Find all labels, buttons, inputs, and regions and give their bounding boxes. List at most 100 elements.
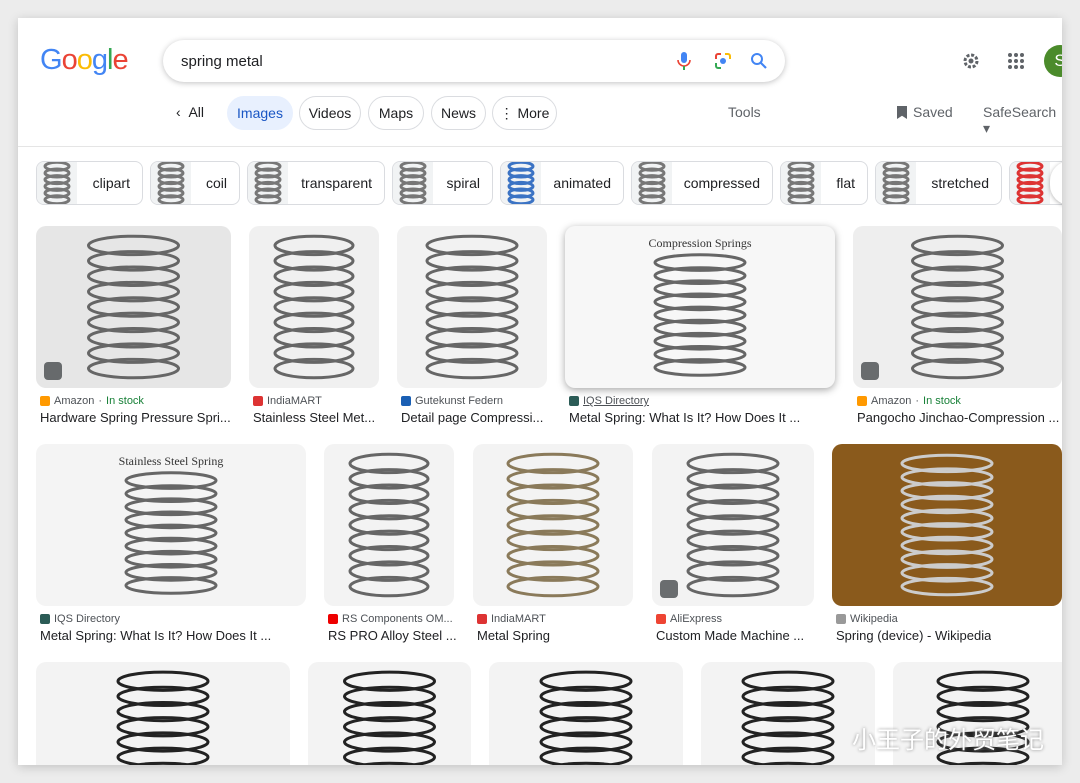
safesearch-button[interactable]: SafeSearch ▾: [983, 104, 1062, 137]
result-title[interactable]: Spring (device) - Wikipedia: [836, 628, 991, 643]
result-image[interactable]: [397, 226, 547, 388]
source-name: IQS Directory: [583, 395, 650, 407]
chip-flat[interactable]: flat: [780, 161, 868, 205]
result-source[interactable]: RS Components OM...: [328, 613, 453, 625]
result-image[interactable]: [832, 444, 1062, 606]
chip-thumbnail: [781, 162, 821, 204]
result-source[interactable]: IQS Directory: [40, 613, 120, 625]
result-source[interactable]: Amazon · In stock: [40, 395, 144, 407]
result-title[interactable]: Stainless Steel Met...: [253, 410, 375, 425]
google-logo[interactable]: Google: [40, 44, 129, 77]
result-image[interactable]: [853, 226, 1062, 388]
tab-more-label: More: [517, 105, 550, 121]
result-image[interactable]: [36, 226, 231, 388]
result-image[interactable]: [308, 662, 471, 765]
result-source[interactable]: IndiaMART: [253, 395, 322, 407]
site-favicon: [857, 396, 867, 406]
result-title[interactable]: Metal Spring: What Is It? How Does It ..…: [40, 628, 271, 643]
chip-thumbnail: [876, 162, 916, 204]
microphone-icon[interactable]: [673, 50, 695, 72]
result-image[interactable]: [701, 662, 875, 765]
apps-grid-icon[interactable]: [1005, 50, 1027, 72]
tab-videos[interactable]: Videos: [299, 96, 361, 130]
settings-gear-icon[interactable]: [960, 50, 982, 72]
chip-label: coil: [205, 175, 227, 191]
source-name: AliExpress: [670, 613, 722, 625]
source-name: Amazon: [54, 395, 95, 407]
chip-label: clipart: [92, 175, 130, 191]
stock-status: In stock: [923, 395, 961, 407]
chip-animated[interactable]: animated: [500, 161, 624, 205]
site-favicon: [836, 614, 846, 624]
chip-thumbnail: [151, 162, 191, 204]
site-favicon: [328, 614, 338, 624]
bookmark-icon: [897, 106, 907, 119]
chip-stretched[interactable]: stretched: [875, 161, 1002, 205]
chip-compressed[interactable]: compressed: [631, 161, 773, 205]
result-title[interactable]: Detail page Compressi...: [401, 410, 543, 425]
result-source[interactable]: Wikipedia: [836, 613, 898, 625]
source-name: RS Components OM...: [342, 613, 453, 625]
result-image[interactable]: [489, 662, 683, 765]
chip-thumbnail: [632, 162, 672, 204]
source-name: Gutekunst Federn: [415, 395, 504, 407]
stock-status: In stock: [106, 395, 144, 407]
avatar[interactable]: S: [1044, 45, 1062, 77]
result-title[interactable]: Pangocho Jinchao-Compression ...: [857, 410, 1059, 425]
source-name: IQS Directory: [54, 613, 121, 625]
result-title[interactable]: Hardware Spring Pressure Spri...: [40, 410, 231, 425]
chip-coil[interactable]: coil: [150, 161, 240, 205]
saved-button[interactable]: Saved: [897, 104, 953, 120]
result-image[interactable]: [36, 662, 290, 765]
chip-thumbnail: [393, 162, 433, 204]
chip-spiral[interactable]: spiral: [392, 161, 493, 205]
shopping-tag-icon: [44, 362, 62, 380]
result-title[interactable]: Metal Spring: What Is It? How Does It ..…: [569, 410, 800, 425]
result-image[interactable]: [652, 444, 814, 606]
safesearch-label: SafeSearch: [983, 104, 1057, 120]
chip-label: transparent: [301, 175, 372, 191]
chip-transparent[interactable]: transparent: [247, 161, 385, 205]
site-favicon: [253, 396, 263, 406]
source-name: IndiaMART: [491, 613, 546, 625]
chip-thumbnail: [37, 162, 77, 204]
source-name: Amazon: [871, 395, 912, 407]
result-source[interactable]: IndiaMART: [477, 613, 546, 625]
result-image[interactable]: Compression Springs: [565, 226, 835, 388]
chip-label: stretched: [931, 175, 989, 191]
search-icon[interactable]: [748, 50, 770, 72]
result-image[interactable]: Stainless Steel Spring: [36, 444, 306, 606]
watermark: 小王子的外贸笔记: [852, 726, 1044, 754]
site-favicon: [40, 396, 50, 406]
chip-thumbnail: [248, 162, 288, 204]
source-name: Wikipedia: [850, 613, 898, 625]
site-favicon: [477, 614, 487, 624]
search-input[interactable]: [181, 40, 651, 82]
result-title[interactable]: Custom Made Machine ...: [656, 628, 804, 643]
tab-maps[interactable]: Maps: [368, 96, 424, 130]
result-source[interactable]: Amazon · In stock: [857, 395, 961, 407]
tools-button[interactable]: Tools: [728, 104, 761, 120]
search-box: [163, 40, 785, 82]
lens-icon[interactable]: [712, 50, 734, 72]
result-source[interactable]: Gutekunst Federn: [401, 395, 503, 407]
result-source[interactable]: AliExpress: [656, 613, 722, 625]
chip-label: compressed: [683, 175, 760, 191]
chip-label: flat: [836, 175, 855, 191]
tab-news[interactable]: News: [431, 96, 486, 130]
result-image[interactable]: [324, 444, 454, 606]
result-image[interactable]: [473, 444, 633, 606]
source-name: IndiaMART: [267, 395, 322, 407]
tab-more[interactable]: ⋮ More: [492, 96, 557, 130]
saved-label: Saved: [913, 104, 953, 120]
tab-images[interactable]: Images: [227, 96, 293, 130]
result-source[interactable]: IQS Directory: [569, 395, 649, 407]
result-image[interactable]: [249, 226, 379, 388]
tab-all[interactable]: ‹ All: [176, 104, 204, 120]
result-title[interactable]: RS PRO Alloy Steel ...: [328, 628, 457, 643]
chip-clipart[interactable]: clipart: [36, 161, 143, 205]
play-video-icon: [660, 580, 678, 598]
chip-label: animated: [553, 175, 611, 191]
result-title[interactable]: Metal Spring: [477, 628, 550, 643]
tab-all-label: All: [188, 104, 205, 120]
